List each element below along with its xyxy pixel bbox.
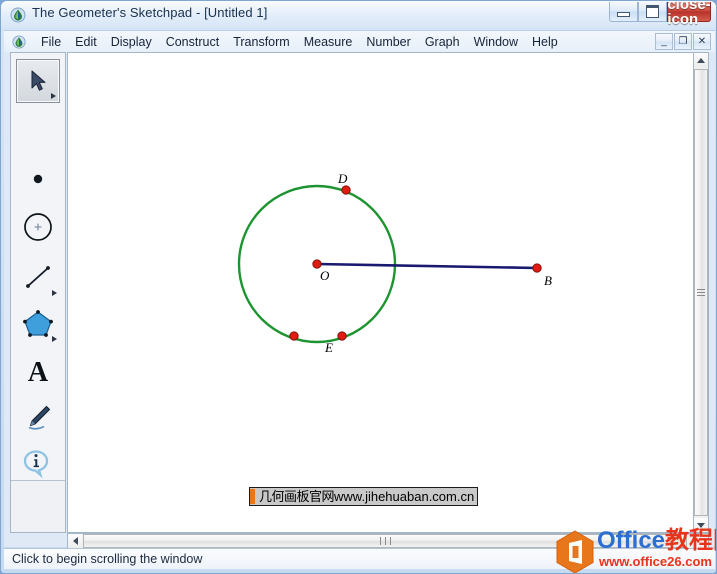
marker-tool[interactable] [16, 395, 60, 439]
polygon-tool[interactable] [16, 301, 60, 345]
arrow-left-glyph [73, 537, 78, 545]
point-b[interactable] [533, 264, 541, 272]
segment-icon [23, 262, 53, 292]
segment-shape[interactable] [317, 264, 537, 268]
mdi-restore-button[interactable]: ❐ [674, 33, 692, 50]
arrow-tool-flyout-icon[interactable] [51, 93, 56, 99]
point-icon [25, 166, 51, 192]
scroll-down-arrow-icon[interactable] [694, 518, 708, 532]
point-p[interactable] [290, 332, 298, 340]
point-label-e[interactable]: E [324, 340, 333, 355]
arrow-cursor-icon [25, 68, 51, 94]
text-a-icon: A [23, 356, 53, 386]
sketchpad-droplet-icon [10, 7, 26, 23]
scroll-left-arrow-icon[interactable] [68, 534, 82, 548]
information-tool[interactable] [16, 441, 60, 485]
menu-item-help[interactable]: Help [525, 33, 565, 51]
horizontal-scrollbar[interactable] [67, 533, 709, 549]
menubar-droplet-icon[interactable] [12, 35, 26, 49]
application-window: The Geometer's Sketchpad - [Untitled 1] … [0, 0, 717, 574]
vertical-scrollbar[interactable] [693, 52, 709, 533]
menu-item-number[interactable]: Number [359, 33, 417, 51]
svg-text:A: A [28, 357, 49, 386]
sketch-canvas[interactable]: O D B E 几何画板官网 www.jihehuaban.com.cn [67, 52, 700, 533]
arrow-up-glyph [697, 58, 705, 63]
polygon-icon [21, 308, 55, 338]
scrollbar-grip [697, 287, 705, 298]
marker-pen-icon [22, 402, 54, 432]
vertical-scrollbar-thumb[interactable] [694, 69, 708, 516]
menu-item-edit[interactable]: Edit [68, 33, 104, 51]
point-label-o[interactable]: O [320, 268, 330, 283]
document-client-area: A [4, 52, 715, 547]
point-label-b[interactable]: B [544, 273, 552, 288]
circle-icon [21, 210, 55, 244]
menu-item-transform[interactable]: Transform [226, 33, 297, 51]
menu-item-measure[interactable]: Measure [297, 33, 360, 51]
mdi-window-controls: _ ❐ ✕ [654, 33, 711, 50]
mdi-minimize-button[interactable]: _ [655, 33, 673, 50]
watermark-text-cn: 几何画板官网 [259, 489, 334, 504]
text-tool[interactable]: A [16, 349, 60, 393]
close-button[interactable]: close-icon [667, 2, 711, 22]
status-message: Click to begin scrolling the window [12, 552, 202, 566]
info-balloon-icon [21, 448, 55, 478]
point-label-d[interactable]: D [337, 171, 348, 186]
menu-item-display[interactable]: Display [104, 33, 159, 51]
menu-bar: File Edit Display Construct Transform Me… [4, 30, 715, 54]
maximize-icon [646, 5, 659, 18]
horizontal-scrollbar-thumb[interactable] [83, 534, 687, 548]
watermark-accent-bar [250, 489, 255, 504]
menu-item-window[interactable]: Window [467, 33, 525, 51]
compass-circle-tool[interactable] [16, 205, 60, 249]
arrow-down-glyph [697, 523, 705, 528]
sketch-watermark-label[interactable]: 几何画板官网 www.jihehuaban.com.cn [249, 487, 478, 506]
polygon-tool-flyout-icon[interactable] [52, 336, 57, 342]
point-e[interactable] [338, 332, 346, 340]
status-bar: Click to begin scrolling the window [4, 548, 715, 569]
arrow-select-tool[interactable] [16, 59, 60, 103]
maximize-button[interactable] [638, 2, 667, 22]
sketch-figure: O D B E [68, 53, 699, 532]
menu-item-graph[interactable]: Graph [418, 33, 467, 51]
tool-palette-buttons: A [11, 53, 65, 481]
minimize-button[interactable] [609, 2, 638, 22]
title-bar: The Geometer's Sketchpad - [Untitled 1] … [1, 1, 717, 29]
mdi-close-button[interactable]: ✕ [693, 33, 711, 50]
point-tool[interactable] [16, 157, 60, 201]
menu-item-construct[interactable]: Construct [159, 33, 227, 51]
window-title: The Geometer's Sketchpad - [Untitled 1] [32, 5, 267, 20]
minimize-icon [617, 12, 630, 17]
point-d[interactable] [342, 186, 350, 194]
tool-palette: A [10, 52, 66, 533]
scroll-up-arrow-icon[interactable] [694, 53, 708, 67]
tool-palette-footer [11, 480, 65, 532]
point-o[interactable] [313, 260, 321, 268]
watermark-text-url: www.jihehuaban.com.cn [334, 489, 474, 504]
menu-item-file[interactable]: File [34, 33, 68, 51]
close-icon: close-icon [667, 0, 710, 27]
straightedge-tool-flyout-icon[interactable] [52, 290, 57, 296]
straightedge-tool[interactable] [16, 255, 60, 299]
